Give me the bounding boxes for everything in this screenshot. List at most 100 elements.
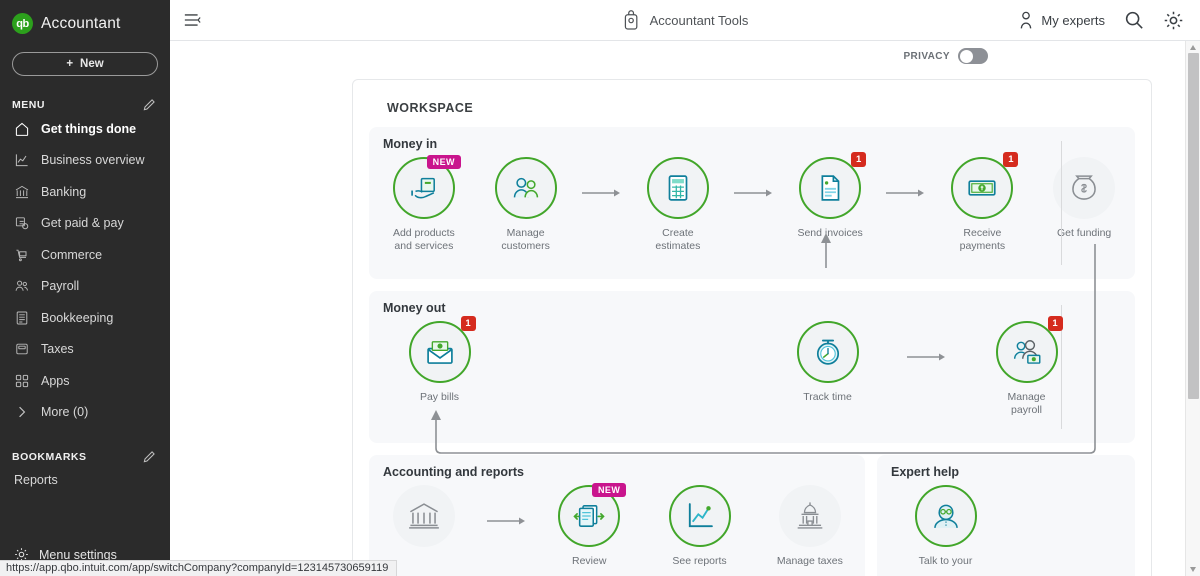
workflow-node-see-reports[interactable]: See reports <box>644 479 754 568</box>
edit-pencil-icon[interactable] <box>142 98 156 112</box>
sidebar-item-get-paid-pay[interactable]: Get paid & pay <box>0 208 170 240</box>
privacy-toggle[interactable] <box>958 48 988 64</box>
workflow-node-circle[interactable] <box>1053 157 1116 219</box>
workflow-node-circle[interactable] <box>646 157 709 219</box>
sidebar-item-banking[interactable]: Banking <box>0 176 170 208</box>
chart-line-icon <box>14 152 30 168</box>
estimate-icon <box>661 171 695 205</box>
workflow-node-track-time[interactable]: Track time <box>761 315 894 404</box>
notification-badge: 1 <box>1047 316 1063 331</box>
workflow-node-label: Manage customers <box>501 227 550 252</box>
notification-badge: 1 <box>1003 152 1019 167</box>
ledger-icon <box>14 310 30 326</box>
workflow-node-manage-customers[interactable]: Manage customers <box>475 151 577 253</box>
workflow-node-circle[interactable]: 1 <box>995 316 1063 383</box>
arrow-right-icon <box>907 353 945 361</box>
sidebar-item-apps[interactable]: Apps <box>0 365 170 397</box>
chevron-right-icon <box>14 404 30 420</box>
sidebar-item-label: Get paid & pay <box>41 216 124 231</box>
sidebar-item-taxes[interactable]: Taxes <box>0 334 170 366</box>
home-icon <box>14 121 30 137</box>
workflow-node-label: Receive payments <box>959 227 1006 252</box>
scroll-down-arrow-icon[interactable] <box>1190 567 1196 572</box>
workflow-node-circle[interactable] <box>494 157 557 219</box>
edit-bookmarks-pencil-icon[interactable] <box>142 450 156 464</box>
invoice-icon <box>14 215 30 231</box>
workflow-node-circle[interactable]: 1 <box>799 152 867 219</box>
workflow-node-circle[interactable] <box>393 485 456 547</box>
workflow-node-label: Pay bills <box>419 391 460 403</box>
workflow-node-create-estimates[interactable]: Create estimates <box>627 151 729 253</box>
arrow-right-icon <box>886 189 925 197</box>
sidebar-item-label: Bookkeeping <box>41 310 114 325</box>
workflow-node-pay-bills[interactable]: 1 Pay bills <box>373 315 506 404</box>
capitol-icon <box>793 499 827 533</box>
workflow-node-label: Add products and services <box>392 227 455 252</box>
workflow-node-label: See reports <box>672 555 727 567</box>
arrow-right-icon <box>581 189 620 197</box>
workflow-node-label: Review <box>572 555 607 567</box>
workflow-node-circle[interactable] <box>778 485 841 547</box>
my-experts-button[interactable]: My experts <box>1018 11 1105 30</box>
payroll-icon <box>1010 335 1044 369</box>
bookmarks-header-label: BOOKMARKS <box>12 451 87 463</box>
settings-gear-icon[interactable] <box>1163 10 1184 31</box>
sidebar: qb Accountant + New MENU Get things done B… <box>0 0 170 576</box>
sidebar-toggle-icon[interactable] <box>184 13 201 27</box>
workflow-node-circle[interactable]: 1 <box>408 316 476 383</box>
privacy-label: PRIVACY <box>903 50 950 62</box>
workflow-node-get-funding[interactable]: Get funding <box>1033 151 1135 240</box>
flow-arrow <box>881 151 932 199</box>
workflow-node-circle[interactable] <box>914 485 977 547</box>
sidebar-nav: Get things done Business overview Banking G… <box>0 113 170 428</box>
top-bar-right: My experts <box>1018 10 1200 31</box>
workflow-node-circle[interactable]: NEW <box>558 483 627 547</box>
workflow-node-review[interactable]: NEW Review <box>534 479 644 568</box>
accountant-tools-button[interactable]: Accountant Tools <box>622 9 748 31</box>
section-title: Expert help <box>891 465 960 479</box>
new-button-label: New <box>80 58 104 70</box>
reconcile-icon <box>572 499 606 533</box>
sidebar-item-payroll[interactable]: Payroll <box>0 271 170 303</box>
workspace-section-money-out: Money out 1 Pay bills Track time 1 Manage pay… <box>369 291 1135 443</box>
sidebar-item-business-overview[interactable]: Business overview <box>0 145 170 177</box>
hand-package-icon <box>407 171 441 205</box>
sidebar-item-commerce[interactable]: Commerce <box>0 239 170 271</box>
bookmark-item-reports[interactable]: Reports <box>0 465 170 487</box>
scrollbar-thumb[interactable] <box>1188 53 1199 399</box>
workflow-node-circle[interactable]: 1 <box>951 152 1019 219</box>
workflow-node-talk-to-your[interactable]: Talk to your <box>879 479 1012 568</box>
workflow-node-receive-payments[interactable]: 1 Receive payments <box>932 151 1034 253</box>
workflow-node-bank-building-icon[interactable] <box>369 479 479 555</box>
search-icon[interactable] <box>1124 10 1144 30</box>
sidebar-item-label: Commerce <box>41 247 103 262</box>
workspace-title: WORKSPACE <box>387 101 474 115</box>
workflow-node-circle[interactable] <box>796 321 859 383</box>
workflow-node-send-invoices[interactable]: 1 Send invoices <box>779 151 881 240</box>
notification-badge: 1 <box>851 152 867 167</box>
workflow-node-manage-taxes[interactable]: Manage taxes <box>755 479 865 568</box>
new-button[interactable]: + New <box>12 52 158 76</box>
workflow-node-circle[interactable] <box>668 485 731 547</box>
qb-logo-icon: qb <box>12 13 33 34</box>
sidebar-item-more-0[interactable]: More (0) <box>0 397 170 429</box>
section-node-row: NEW Review See reports Manage taxes <box>369 479 865 568</box>
report-chart-icon <box>683 499 717 533</box>
bookmarks-list: Reports <box>0 465 170 487</box>
workflow-node-circle[interactable]: NEW <box>392 155 461 219</box>
page-scrollbar[interactable] <box>1185 41 1200 576</box>
scroll-up-arrow-icon[interactable] <box>1190 45 1196 50</box>
sidebar-item-get-things-done[interactable]: Get things done <box>0 113 170 145</box>
money-bag-icon <box>1067 171 1101 205</box>
sidebar-item-label: Apps <box>41 373 70 388</box>
sidebar-item-bookkeeping[interactable]: Bookkeeping <box>0 302 170 334</box>
workflow-node-add-products-and-services[interactable]: NEW Add products and services <box>373 151 475 253</box>
briefcase-icon <box>624 9 638 30</box>
notification-badge: 1 <box>460 316 476 331</box>
flow-arrow <box>729 151 780 199</box>
workflow-node-label: Track time <box>803 391 852 403</box>
section-node-row: NEW Add products and services Manage custo… <box>369 151 1135 253</box>
workflow-node-manage-payroll[interactable]: 1 Manage payroll <box>960 315 1093 417</box>
flow-arrow <box>894 315 960 363</box>
workspace-section-accounting-and-reports: Accounting and reports NEW Review See repor… <box>369 455 865 576</box>
